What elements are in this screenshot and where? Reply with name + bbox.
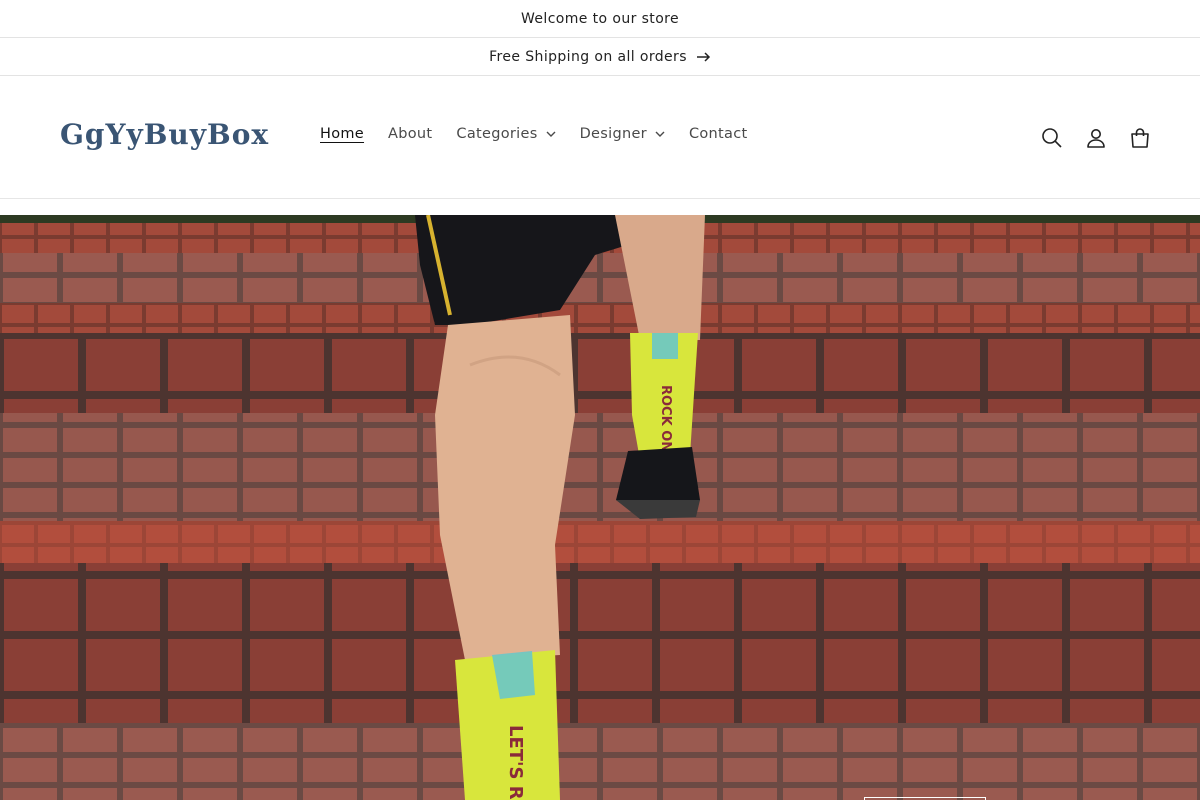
nav-designer-label: Designer (579, 126, 647, 142)
shipping-text: Free Shipping on all orders (489, 48, 687, 65)
nav-categories[interactable]: Categories (444, 126, 567, 142)
chevron-down-icon (655, 131, 665, 137)
shipping-link[interactable]: Free Shipping on all orders (489, 49, 711, 65)
main-nav: Home About Categories Designer Contact (308, 126, 759, 142)
announcement-bar-welcome: Welcome to our store (0, 0, 1200, 38)
announcement-bar-shipping[interactable]: Free Shipping on all orders (0, 38, 1200, 76)
arrow-right-icon (696, 51, 710, 62)
sock-text-bottom: LET'S RID (505, 725, 526, 800)
hero-banner: ROCK ON! LET'S RID (0, 215, 1200, 800)
cart-icon (1131, 128, 1149, 148)
nav-contact[interactable]: Contact (677, 126, 760, 142)
nav-home-label: Home (320, 126, 365, 142)
nav-home[interactable]: Home (308, 126, 376, 142)
sock-text-top: ROCK ON! (658, 385, 673, 458)
nav-contact-label: Contact (688, 126, 748, 142)
welcome-text: Welcome to our store (520, 10, 680, 27)
hero-image: ROCK ON! LET'S RID (0, 215, 1200, 800)
nav-about[interactable]: About (376, 126, 444, 142)
search-icon (1042, 128, 1062, 148)
store-logo[interactable]: GgYyBuyBox (60, 118, 269, 151)
nav-about-label: About (388, 126, 433, 142)
nav-categories-label: Categories (456, 126, 538, 142)
nav-designer[interactable]: Designer (568, 126, 677, 142)
account-icon (1087, 129, 1105, 148)
cart-button[interactable] (1118, 116, 1162, 160)
chevron-down-icon (546, 131, 556, 137)
site-header: GgYyBuyBox Home About Categories Designe… (0, 76, 1200, 199)
header-icons (1030, 116, 1162, 160)
search-button[interactable] (1030, 116, 1074, 160)
account-button[interactable] (1074, 116, 1118, 160)
